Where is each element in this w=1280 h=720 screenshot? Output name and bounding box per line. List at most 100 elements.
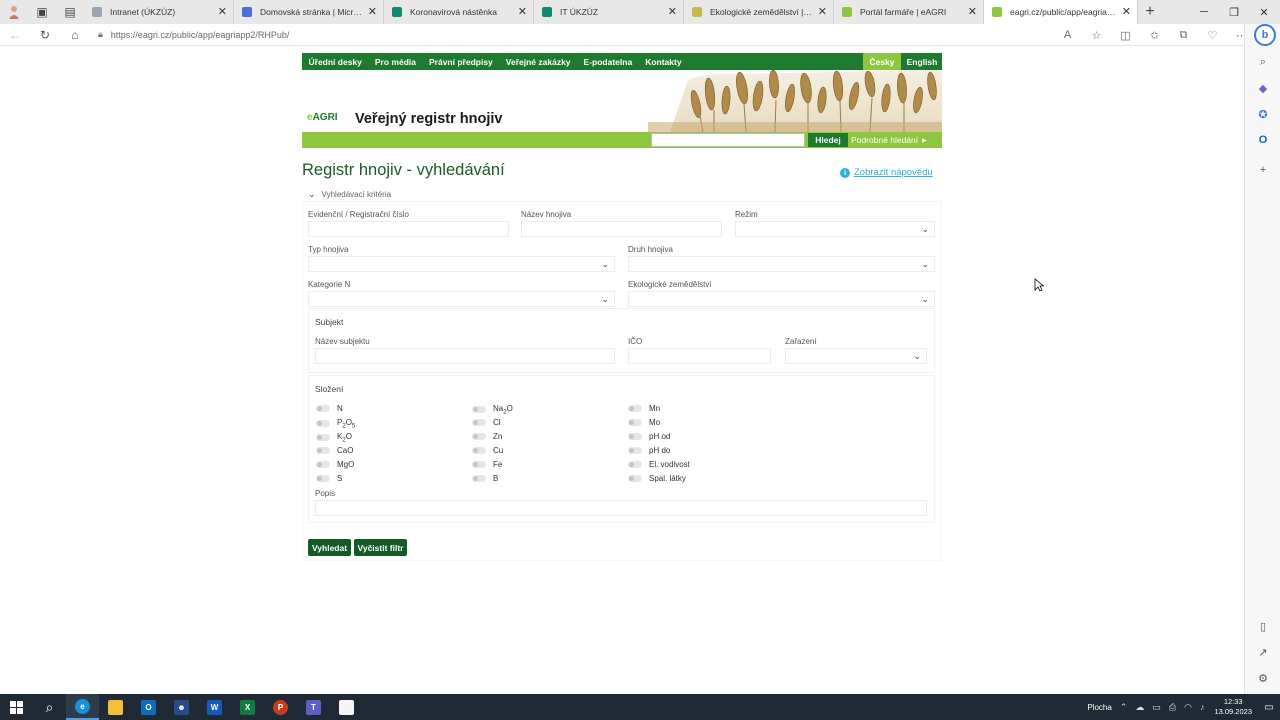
fertilizer-kind-select[interactable]: ⌄ bbox=[628, 256, 935, 272]
toggle-n[interactable]: N bbox=[316, 404, 343, 413]
tab-close-icon[interactable]: ✕ bbox=[518, 5, 527, 18]
taskbar-excel[interactable]: X bbox=[231, 694, 264, 720]
refresh-button[interactable]: ↻ bbox=[30, 24, 60, 46]
browser-tab[interactable]: Intranet (ÚKZÚZ) ✕ bbox=[84, 0, 234, 24]
printer-icon[interactable]: ⎙ bbox=[1169, 702, 1176, 713]
favorite-star-icon[interactable]: ☆ bbox=[1082, 29, 1111, 42]
tab-close-icon[interactable]: ✕ bbox=[1122, 5, 1131, 18]
nav-item-public-contracts[interactable]: Veřejné zakázky bbox=[499, 57, 577, 67]
toggle-cao[interactable]: CaO bbox=[316, 446, 353, 455]
sidebar-outlook-icon[interactable]: O bbox=[1253, 130, 1273, 150]
monitor-icon[interactable]: ▭ bbox=[1152, 702, 1161, 713]
toggle-mgo[interactable]: MgO bbox=[316, 460, 354, 469]
new-tab-button[interactable]: + bbox=[1138, 0, 1162, 24]
mode-select[interactable]: ⌄ bbox=[735, 221, 935, 237]
nav-item-contacts[interactable]: Kontakty bbox=[639, 57, 688, 67]
start-button[interactable] bbox=[0, 694, 33, 720]
language-english-button[interactable]: English bbox=[902, 53, 942, 70]
toggle-b[interactable]: B bbox=[472, 474, 498, 483]
fertilizer-type-select[interactable]: ⌄ bbox=[308, 256, 615, 272]
nav-item-media[interactable]: Pro média bbox=[368, 57, 422, 67]
toggle-switch[interactable] bbox=[316, 461, 330, 468]
toggle-switch[interactable] bbox=[472, 475, 486, 482]
criteria-toggle[interactable]: ⌄ Vyhledávací kritéria bbox=[308, 189, 391, 200]
toggle-mn[interactable]: Mn bbox=[628, 404, 660, 413]
sidebar-games-icon[interactable]: ✪ bbox=[1253, 104, 1273, 124]
toggle-cl[interactable]: Cl bbox=[472, 418, 501, 427]
toggle-switch[interactable] bbox=[472, 447, 486, 454]
clock[interactable]: 12:33 13.09.2023 bbox=[1214, 697, 1252, 717]
maximize-button[interactable]: ❐ bbox=[1218, 0, 1250, 24]
organic-select[interactable]: ⌄ bbox=[628, 291, 935, 307]
sidebar-settings-icon[interactable]: ⚙ bbox=[1253, 668, 1273, 688]
home-button[interactable]: ⌂ bbox=[60, 24, 90, 46]
profile-icon[interactable] bbox=[0, 0, 28, 24]
toggle-switch[interactable] bbox=[316, 447, 330, 454]
sidebar-external-icon[interactable]: ↗ bbox=[1253, 642, 1273, 662]
browser-tab[interactable]: eagri.cz/public/app/eagriapp2 ✕ bbox=[984, 0, 1138, 24]
toggle-switch[interactable] bbox=[472, 433, 486, 440]
toggle-switch[interactable] bbox=[472, 419, 486, 426]
toggle-switch[interactable] bbox=[316, 434, 330, 442]
toggle-conductivity[interactable]: El. vodivost bbox=[628, 460, 690, 469]
browser-essentials-icon[interactable]: ♡ bbox=[1198, 29, 1227, 42]
toggle-cu[interactable]: Cu bbox=[472, 446, 503, 455]
toggle-mo[interactable]: Mo bbox=[628, 418, 660, 427]
collections-icon[interactable]: ⧉ bbox=[1169, 29, 1198, 42]
toggle-p2o5[interactable]: P2O5 bbox=[316, 418, 355, 430]
toggle-switch[interactable] bbox=[628, 447, 642, 454]
nav-item-official-boards[interactable]: Úřední desky bbox=[302, 57, 368, 67]
toggle-fe[interactable]: Fe bbox=[472, 460, 502, 469]
taskbar-outlook[interactable]: O bbox=[132, 694, 165, 720]
browser-tab[interactable]: Koronavirová nástěnka ✕ bbox=[384, 0, 534, 24]
toggle-ph-from[interactable]: pH od bbox=[628, 432, 670, 441]
tab-close-icon[interactable]: ✕ bbox=[218, 5, 227, 18]
tray-overflow-icon[interactable]: ⌃ bbox=[1120, 702, 1128, 713]
subject-name-input[interactable] bbox=[315, 348, 615, 364]
search-icon[interactable]: ⌕ bbox=[33, 694, 66, 720]
cloud-icon[interactable]: ☁ bbox=[1135, 702, 1144, 713]
language-czech-button[interactable]: Česky bbox=[863, 53, 901, 70]
sidebar-search-icon[interactable]: ⌕ bbox=[1253, 52, 1273, 72]
toggle-switch[interactable] bbox=[628, 405, 642, 412]
nav-item-legislation[interactable]: Právní předpisy bbox=[423, 57, 500, 67]
toggle-switch[interactable] bbox=[472, 461, 486, 468]
toggle-ph-to[interactable]: pH do bbox=[628, 446, 670, 455]
taskbar-user-app[interactable]: ☻ bbox=[165, 694, 198, 720]
reg-number-input[interactable] bbox=[308, 221, 509, 237]
wifi-icon[interactable]: ◠ bbox=[1184, 702, 1192, 713]
toggle-switch[interactable] bbox=[472, 406, 486, 414]
read-aloud-icon[interactable]: A bbox=[1053, 29, 1082, 41]
tab-close-icon[interactable]: ✕ bbox=[968, 5, 977, 18]
tab-close-icon[interactable]: ✕ bbox=[818, 5, 827, 18]
clear-filter-button[interactable]: Vyčistit filtr bbox=[354, 539, 407, 556]
taskbar-word[interactable]: W bbox=[198, 694, 231, 720]
bing-chat-icon[interactable]: b bbox=[1254, 24, 1276, 46]
taskbar-powerpoint[interactable]: P bbox=[264, 694, 297, 720]
taskbar-explorer[interactable] bbox=[99, 694, 132, 720]
sidebar-tools-icon[interactable]: ◆ bbox=[1253, 78, 1273, 98]
split-screen-icon[interactable]: ◫ bbox=[1111, 29, 1140, 42]
favorites-icon[interactable]: ✩ bbox=[1140, 29, 1169, 42]
toggle-switch[interactable] bbox=[316, 475, 330, 482]
toggle-s[interactable]: S bbox=[316, 474, 342, 483]
sidebar-add-icon[interactable]: + bbox=[1253, 160, 1273, 180]
sidebar-panel-icon[interactable]: ▯ bbox=[1253, 616, 1273, 636]
desktop-label[interactable]: Plocha bbox=[1087, 703, 1111, 712]
eagri-logo[interactable]: eAGRI bbox=[307, 112, 338, 123]
url-field[interactable]: 🔒︎ https://eagri.cz/public/app/eagriapp2… bbox=[98, 29, 289, 40]
toggle-switch[interactable] bbox=[316, 420, 330, 428]
help-link[interactable]: i Zobrazit nápovědu bbox=[840, 167, 933, 178]
toggle-zn[interactable]: Zn bbox=[472, 432, 502, 441]
nav-item-e-filing[interactable]: E-podatelna bbox=[577, 57, 639, 67]
toggle-switch[interactable] bbox=[628, 419, 642, 426]
tab-close-icon[interactable]: ✕ bbox=[368, 5, 377, 18]
site-search-input[interactable] bbox=[651, 133, 805, 147]
taskbar-edge[interactable]: e bbox=[66, 694, 99, 720]
notification-icon[interactable]: ▭ bbox=[1258, 694, 1280, 720]
toggle-combustible[interactable]: Spal. látky bbox=[628, 474, 686, 483]
toggle-k2o[interactable]: K2O bbox=[316, 432, 352, 444]
toggle-switch[interactable] bbox=[628, 475, 642, 482]
fertilizer-name-input[interactable] bbox=[521, 221, 722, 237]
browser-tab[interactable]: Ekologické zemědělství | ÚKZÚZ ✕ bbox=[684, 0, 834, 24]
